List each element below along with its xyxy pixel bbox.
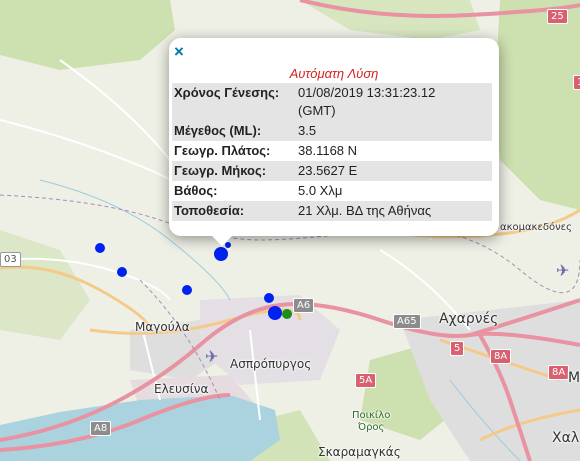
earthquake-marker[interactable]: [117, 267, 127, 277]
road-shield-03: 03: [0, 252, 21, 267]
detail-value: 21 Χλμ. ΒΔ της Αθήνας: [296, 201, 492, 221]
detail-label: Μέγεθος (ML):: [172, 121, 296, 141]
detail-label: Χρόνος Γένεσης:: [172, 83, 296, 121]
place-label-elefsina: Ελευσίνα: [154, 382, 209, 396]
detail-value: 23.5627 E: [296, 161, 492, 181]
airplane-icon: ✈: [556, 261, 569, 280]
detail-row-magnitude: Μέγεθος (ML): 3.5: [172, 121, 492, 141]
road-shield-8a-east: 8A: [548, 365, 570, 380]
detail-row-longitude: Γεωγρ. Μήκος: 23.5627 E: [172, 161, 492, 181]
road-shield-25: 25: [547, 9, 568, 24]
earthquake-marker[interactable]: [95, 243, 105, 253]
road-shield-a6: A6: [293, 298, 315, 313]
earthquake-marker[interactable]: [182, 285, 192, 295]
place-label-acharnes: Αχαρνές: [439, 311, 499, 327]
popup-tip: [210, 234, 234, 246]
detail-label: Βάθος:: [174, 183, 218, 198]
earthquake-marker[interactable]: [268, 306, 282, 320]
road-shield-a65: A65: [393, 314, 421, 329]
road-shield-5a: 5A: [355, 373, 377, 388]
earthquake-marker-selected[interactable]: [214, 247, 228, 261]
place-label-magoula: Μαγούλα: [135, 320, 190, 334]
detail-row-origin-time: Χρόνος Γένεσης: 01/08/2019 13:31:23.12 (…: [172, 83, 492, 121]
earthquake-marker-recent[interactable]: [282, 309, 292, 319]
origin-time-value: 01/08/2019 13:31:23.12: [298, 85, 436, 100]
detail-label: Τοποθεσία:: [172, 201, 296, 221]
airplane-icon: ✈: [205, 347, 218, 366]
detail-label: Γεωγρ. Πλάτος:: [174, 143, 271, 158]
road-shield-5: 5: [450, 341, 465, 356]
poikilo-oros-line2: Όρος: [357, 422, 385, 433]
road-shield-1: 1: [573, 75, 580, 90]
place-label-aspropyrgos: Ασπρόπυργος: [230, 357, 312, 371]
place-label-poikilo-oros: Ποικίλο Όρος: [352, 410, 390, 434]
earthquake-marker[interactable]: [264, 293, 274, 303]
detail-label: Γεωγρ. Μήκος:: [172, 161, 296, 181]
event-details-table: Χρόνος Γένεσης: 01/08/2019 13:31:23.12 (…: [172, 83, 492, 221]
detail-row-latitude: Γεωγρ. Πλάτος: 38.1168 N: [172, 141, 492, 161]
detail-row-location: Τοποθεσία: 21 Χλμ. ΒΔ της Αθήνας: [172, 201, 492, 221]
place-label-chalandri: Χαλ: [552, 430, 580, 446]
road-shield-8a: 8A: [490, 349, 512, 364]
place-label-akomakedones: ακομακεδόνες: [500, 222, 572, 233]
road-shield-a8: A8: [90, 421, 112, 436]
poikilo-oros-line1: Ποικίλο: [352, 410, 391, 421]
detail-value: 3.5: [296, 121, 492, 141]
origin-time-zone: (GMT): [298, 103, 336, 118]
detail-row-depth: Βάθος: 5.0 Χλμ: [172, 181, 492, 201]
place-label-m-partial: Μ: [568, 370, 580, 386]
detail-value: 5.0 Χλμ: [298, 183, 343, 198]
detail-value: 01/08/2019 13:31:23.12 (GMT): [296, 83, 492, 121]
place-label-skaramangas: Σκαραμαγκάς: [318, 445, 401, 459]
detail-value: 38.1168 N: [298, 143, 358, 158]
popup-title: Αυτόματη Λύση: [289, 66, 379, 81]
event-info-popup: × Αυτόματη Λύση Χρόνος Γένεσης: 01/08/20…: [169, 38, 499, 236]
close-icon[interactable]: ×: [174, 43, 184, 61]
